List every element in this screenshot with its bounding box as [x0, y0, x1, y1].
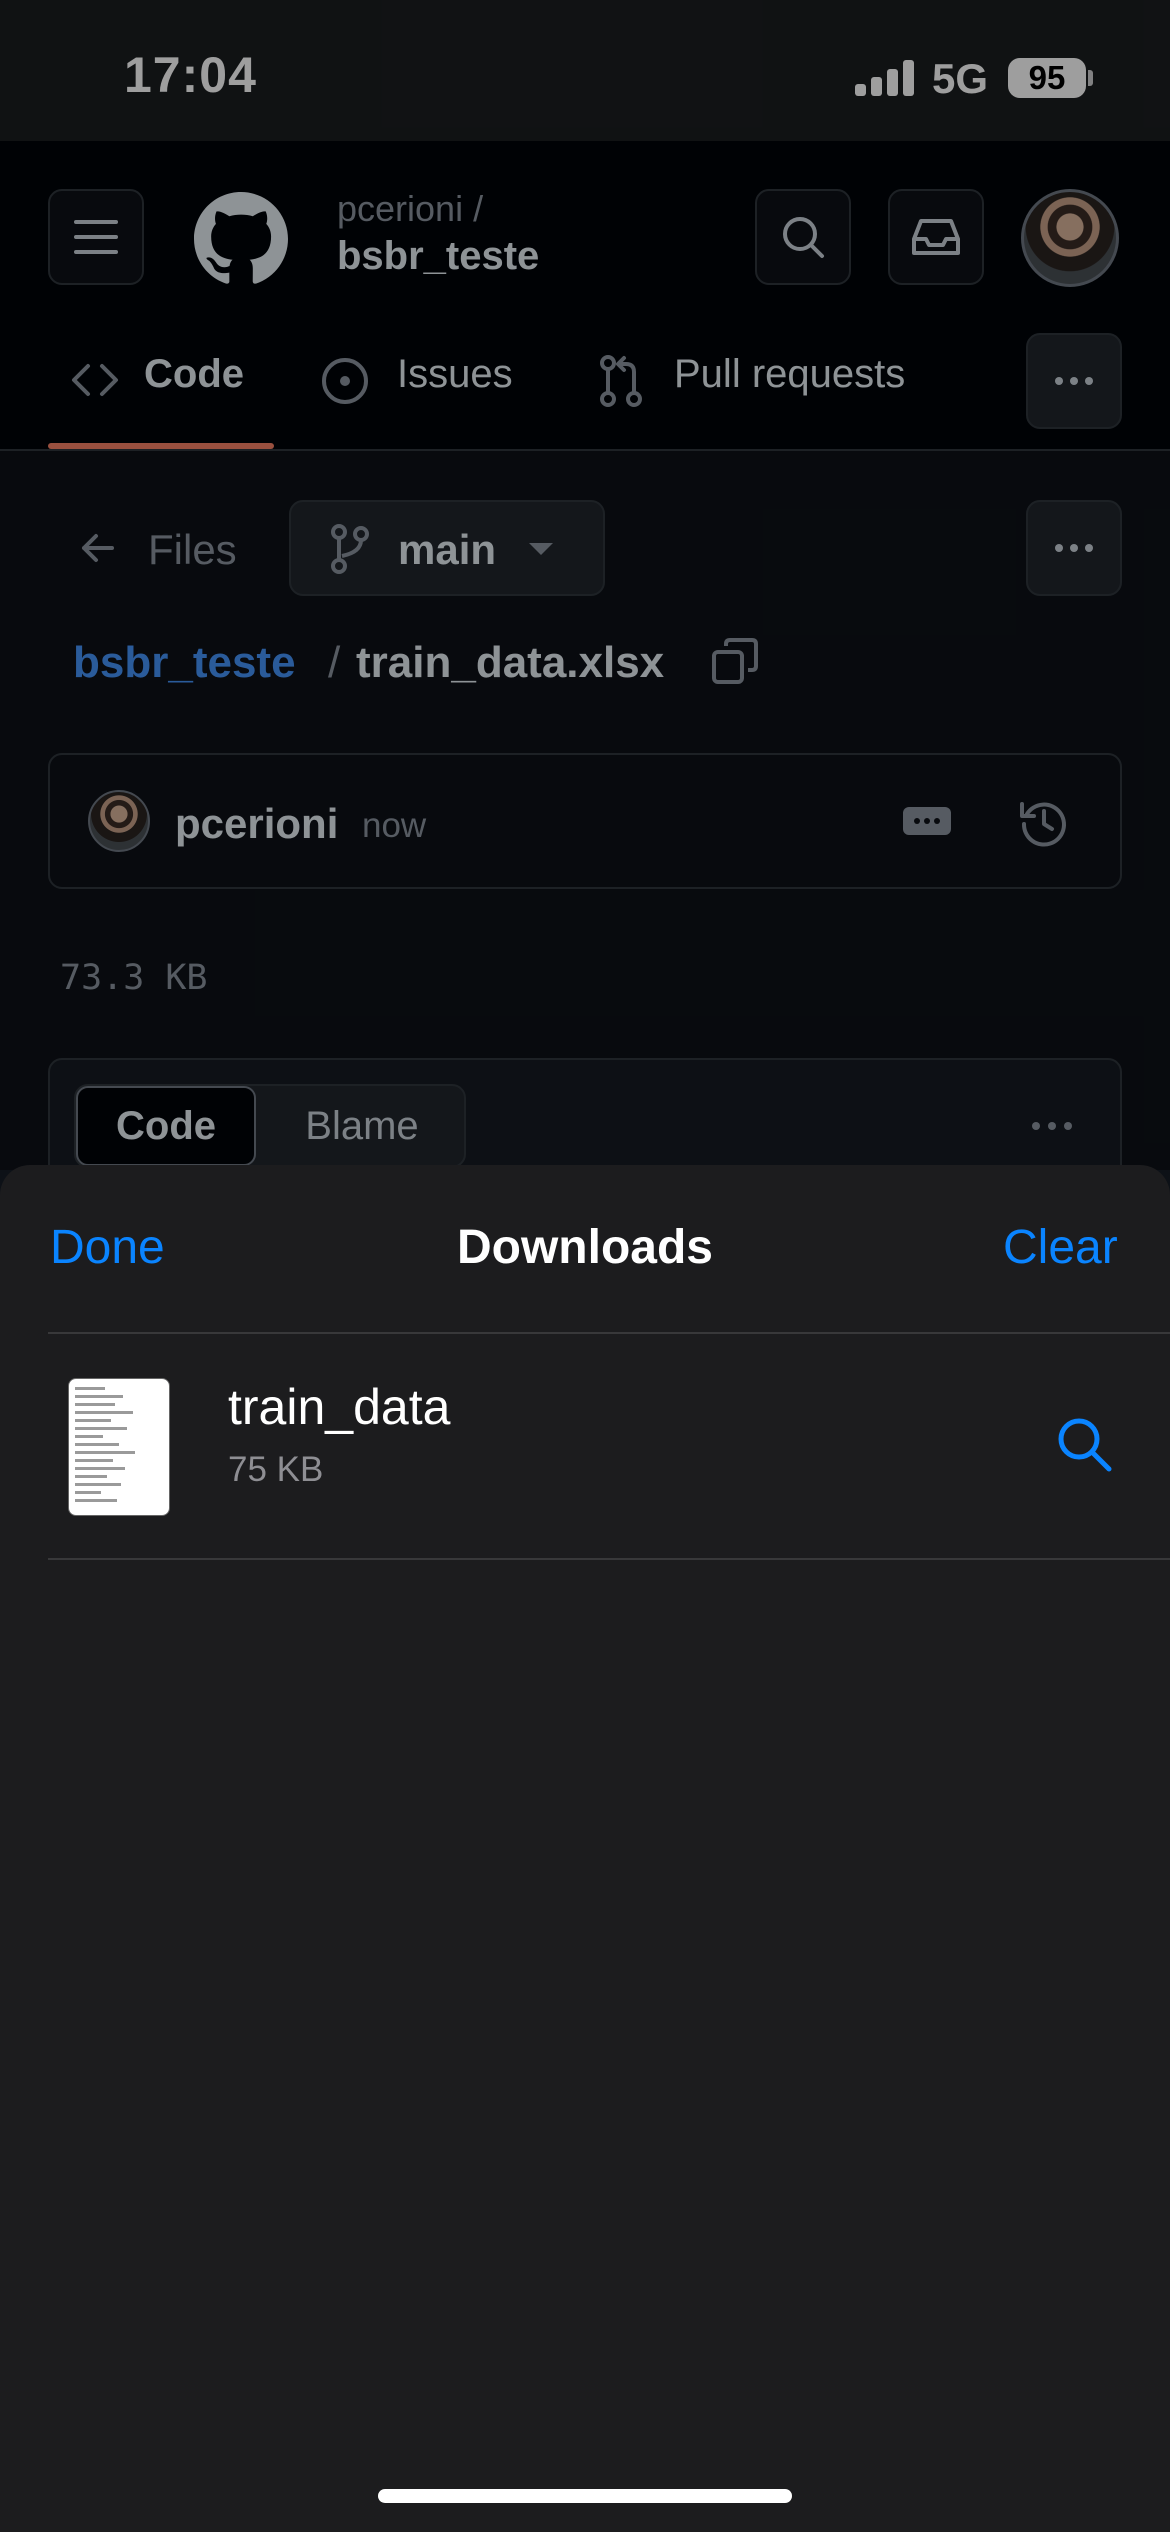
sheet-title: Downloads [456, 1221, 713, 1274]
download-file-size: 75 KB [228, 1450, 324, 1489]
file-thumbnail [68, 1378, 170, 1516]
clear-button[interactable]: Clear [1003, 1220, 1118, 1275]
magnifier-icon[interactable] [1055, 1415, 1115, 1475]
download-file-name: train_data [228, 1379, 451, 1435]
item-divider [48, 1558, 1170, 1560]
done-button[interactable]: Done [50, 1220, 165, 1275]
page-dim-overlay[interactable] [0, 0, 1170, 1170]
download-item[interactable] [0, 1334, 1170, 1558]
home-indicator[interactable] [378, 2489, 792, 2503]
